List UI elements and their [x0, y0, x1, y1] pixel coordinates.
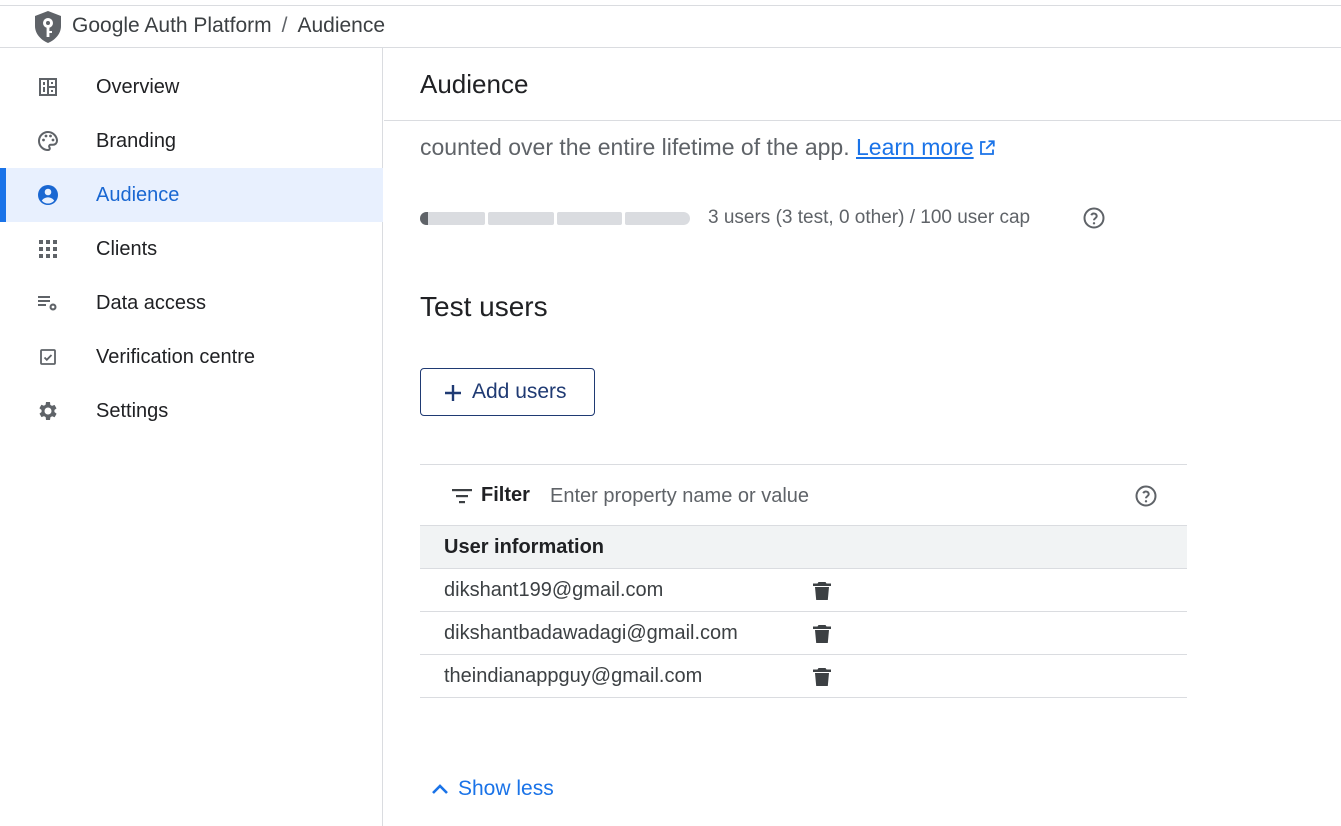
sidebar-item-label: Branding — [96, 129, 177, 152]
add-users-button[interactable]: Add users — [420, 368, 595, 416]
sidebar-item-overview[interactable]: Overview — [0, 60, 383, 114]
user-email: dikshantbadawadagi@gmail.com — [444, 622, 738, 644]
table-row: dikshantbadawadagi@gmail.com — [420, 612, 1187, 655]
table-header: User information — [420, 526, 1187, 569]
add-users-label: Add users — [472, 380, 567, 403]
filter-icon — [452, 489, 472, 504]
breadcrumb-separator: / — [281, 14, 288, 37]
show-less-button[interactable]: Show less — [428, 777, 554, 801]
open-in-new-icon[interactable] — [978, 139, 996, 157]
user-cap-text: 3 users (3 test, 0 other) / 100 user cap — [708, 207, 1031, 228]
page-title: Audience — [420, 69, 529, 99]
user-cap-progress-bar — [420, 212, 690, 225]
verified-checkbox-icon — [40, 349, 56, 365]
data-settings-icon — [38, 296, 57, 311]
progress-segment — [488, 212, 554, 225]
palette-icon — [38, 130, 59, 152]
sidebar-item-label: Data access — [96, 291, 207, 314]
delete-icon[interactable] — [810, 579, 834, 603]
sidebar-item-label: Overview — [96, 75, 180, 98]
dashboard-icon — [39, 78, 57, 96]
main-content: counted over the entire lifetime of the … — [384, 48, 1341, 826]
table-row: theindianappguy@gmail.com — [420, 655, 1187, 698]
sidebar-item-settings[interactable]: Settings — [0, 384, 383, 438]
apps-grid-icon — [39, 240, 57, 258]
sidebar-item-label: Audience — [96, 183, 180, 206]
breadcrumb-product[interactable]: Google Auth Platform — [72, 14, 272, 37]
user-email: dikshant199@gmail.com — [444, 579, 664, 601]
delete-icon[interactable] — [810, 622, 834, 646]
progress-segment — [624, 212, 690, 225]
breadcrumb-header: Google Auth Platform / Audience — [0, 6, 1341, 48]
sidebar-item-label: Clients — [96, 237, 158, 260]
test-users-table: Filter User information dikshant199@gmai… — [420, 464, 1187, 698]
breadcrumb: Google Auth Platform / Audience — [72, 14, 385, 38]
progress-segment — [420, 212, 486, 225]
show-less-label: Show less — [458, 777, 554, 800]
user-email: theindianappguy@gmail.com — [444, 665, 703, 687]
chevron-up-icon — [432, 784, 448, 794]
filter-bar: Filter — [420, 464, 1187, 526]
test-users-title: Test users — [420, 291, 548, 322]
description-text: counted over the entire lifetime of the … — [420, 134, 850, 160]
gear-icon — [39, 402, 57, 420]
column-header-user-information[interactable]: User information — [444, 536, 604, 559]
help-icon[interactable] — [1134, 484, 1158, 508]
sidebar-item-clients[interactable]: Clients — [0, 222, 383, 276]
sidebar-item-label: Verification centre — [96, 345, 255, 368]
plus-icon — [445, 385, 461, 401]
filter-input[interactable] — [550, 479, 1110, 513]
table-row: dikshant199@gmail.com — [420, 569, 1187, 612]
progress-fill — [420, 212, 428, 225]
sidebar-item-audience[interactable]: Audience — [0, 168, 383, 222]
delete-icon[interactable] — [810, 665, 834, 689]
title-divider — [384, 120, 1341, 121]
sidebar-item-label: Settings — [96, 399, 169, 422]
page-title-bar: Audience — [384, 48, 1341, 121]
sidebar-item-data-access[interactable]: Data access — [0, 276, 383, 330]
learn-more-label: Learn more — [856, 134, 974, 160]
shield-key-icon — [35, 11, 61, 43]
filter-label: Filter — [481, 484, 530, 506]
sidebar-item-verification-centre[interactable]: Verification centre — [0, 330, 383, 384]
audience-description: counted over the entire lifetime of the … — [420, 134, 996, 161]
progress-segment — [556, 212, 622, 225]
help-icon[interactable] — [1082, 206, 1106, 230]
sidebar: Overview Branding Audience Clients Data … — [0, 48, 383, 826]
sidebar-item-branding[interactable]: Branding — [0, 114, 383, 168]
breadcrumb-current: Audience — [297, 14, 386, 37]
learn-more-link[interactable]: Learn more — [856, 134, 974, 160]
account-circle-icon — [38, 185, 58, 205]
